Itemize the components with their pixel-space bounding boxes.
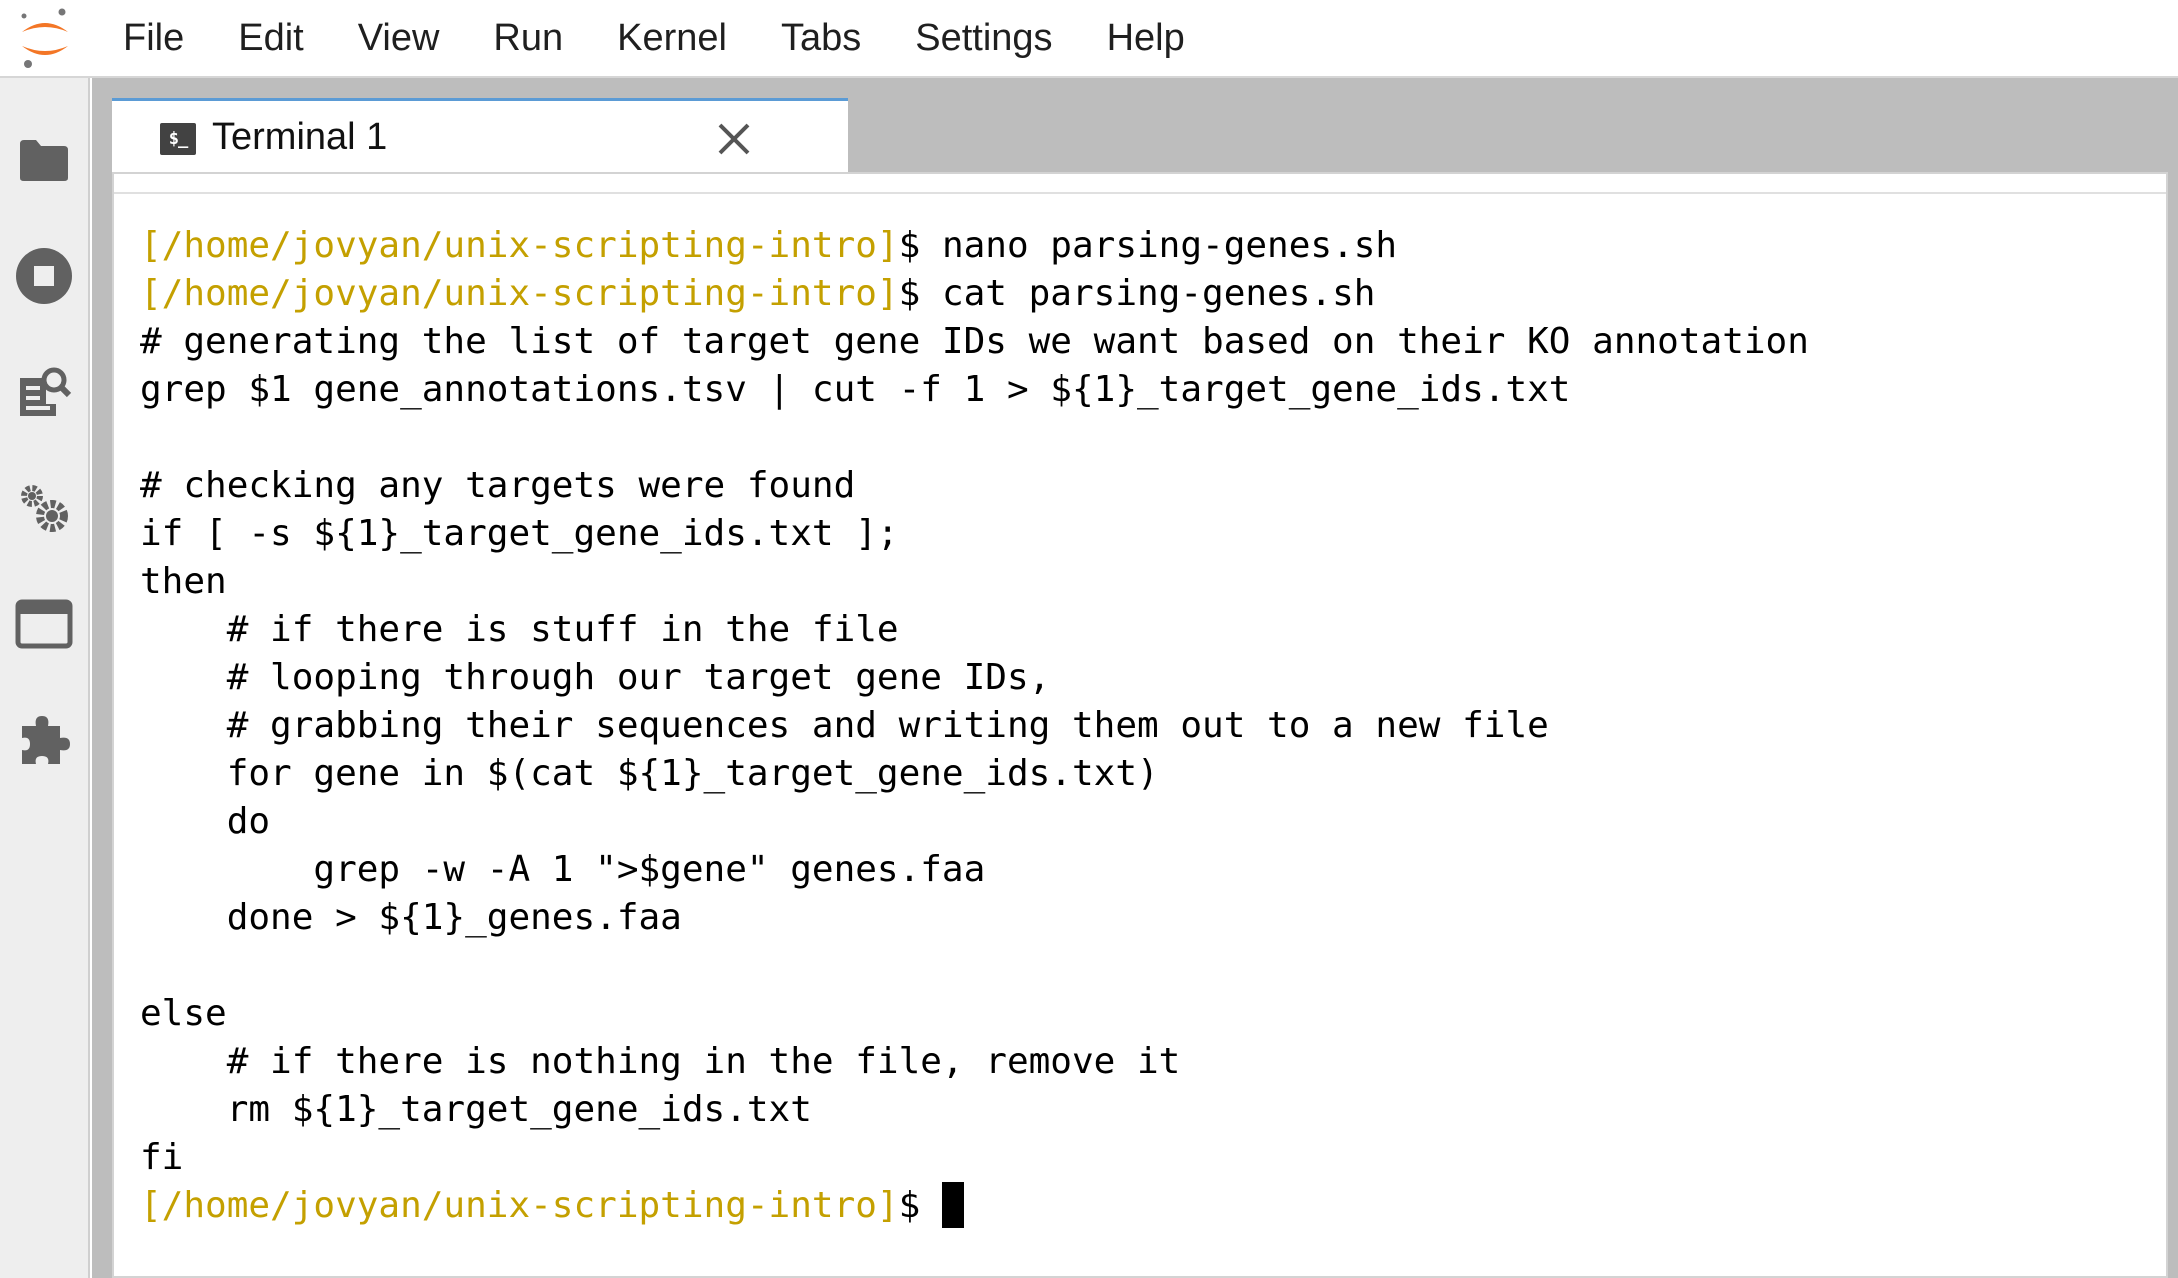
settings-gears-icon[interactable] (12, 476, 76, 540)
menubar: File Edit View Run Kernel Tabs Settings … (0, 0, 2178, 78)
terminal-text: for gene in $(cat ${1}_target_gene_ids.t… (140, 753, 1159, 794)
terminal-line: grep $1 gene_annotations.tsv | cut -f 1 … (140, 366, 2140, 414)
jupyter-logo-icon[interactable] (14, 6, 76, 70)
terminal-text: # grabbing their sequences and writing t… (140, 705, 1549, 746)
terminal-line: # if there is stuff in the file (140, 606, 2140, 654)
terminal-text: done > ${1}_genes.faa (140, 897, 682, 938)
terminal-line: grep -w -A 1 ">$gene" genes.faa (140, 846, 2140, 894)
terminal-panel: [/home/jovyan/unix-scripting-intro]$ nan… (112, 172, 2168, 1278)
close-icon[interactable] (712, 117, 756, 161)
menu-tabs[interactable]: Tabs (754, 0, 888, 76)
left-sidebar (0, 78, 90, 1278)
folder-icon[interactable] (12, 128, 76, 192)
terminal-line: rm ${1}_target_gene_ids.txt (140, 1086, 2140, 1134)
terminal-line: else (140, 990, 2140, 1038)
terminal-line: # generating the list of target gene IDs… (140, 318, 2140, 366)
terminal-line: for gene in $(cat ${1}_target_gene_ids.t… (140, 750, 2140, 798)
property-inspector-icon[interactable] (12, 360, 76, 424)
terminal-input-line[interactable]: [/home/jovyan/unix-scripting-intro]$ (140, 1182, 2140, 1230)
tab-terminal-1[interactable]: $_ Terminal 1 (112, 98, 848, 172)
menu-settings[interactable]: Settings (888, 0, 1079, 76)
terminal-text: fi (140, 1137, 184, 1178)
shell-prompt: [/home/jovyan/unix-scripting-intro] (140, 273, 899, 314)
menu-run[interactable]: Run (466, 0, 590, 76)
menu-file[interactable]: File (96, 0, 211, 76)
terminal-text: rm ${1}_target_gene_ids.txt (140, 1089, 812, 1130)
terminal-text: else (140, 993, 227, 1034)
terminal-text: grep $1 gene_annotations.tsv | cut -f 1 … (140, 369, 1571, 410)
terminal-line: [/home/jovyan/unix-scripting-intro]$ cat… (140, 270, 2140, 318)
terminal-line: [/home/jovyan/unix-scripting-intro]$ nan… (140, 222, 2140, 270)
terminal-text: # looping through our target gene IDs, (140, 657, 1051, 698)
main-menu: File Edit View Run Kernel Tabs Settings … (96, 0, 1212, 76)
main-dock-area: $_ Terminal 1 [/home/jovyan/unix-scripti… (92, 78, 2178, 1278)
terminal-text: # generating the list of target gene IDs… (140, 321, 1809, 362)
panel-divider (114, 174, 2166, 194)
terminal-cursor (941, 1182, 964, 1228)
terminal-line: # looping through our target gene IDs, (140, 654, 2140, 702)
terminal-line: # checking any targets were found (140, 462, 2140, 510)
terminal-line: do (140, 798, 2140, 846)
terminal-line: then (140, 558, 2140, 606)
terminal-text: then (140, 561, 227, 602)
extensions-puzzle-icon[interactable] (12, 708, 76, 772)
terminal-text: # checking any targets were found (140, 465, 856, 506)
terminal-line: fi (140, 1134, 2140, 1182)
terminal-line: # if there is nothing in the file, remov… (140, 1038, 2140, 1086)
terminal-line: if [ -s ${1}_target_gene_ids.txt ]; (140, 510, 2140, 558)
terminal-line: done > ${1}_genes.faa (140, 894, 2140, 942)
terminal-text: # if there is stuff in the file (140, 609, 899, 650)
menu-kernel[interactable]: Kernel (590, 0, 754, 76)
terminal-text: grep -w -A 1 ">$gene" genes.faa (140, 849, 986, 890)
shell-prompt: [/home/jovyan/unix-scripting-intro] (140, 1185, 899, 1226)
terminal-text: do (140, 801, 271, 842)
running-stop-icon[interactable] (12, 244, 76, 308)
tabs-window-icon[interactable] (12, 592, 76, 656)
terminal-text: # if there is nothing in the file, remov… (140, 1041, 1181, 1082)
terminal-icon: $_ (160, 123, 196, 155)
terminal-text: $ cat parsing-genes.sh (898, 273, 1376, 314)
terminal-text: $ nano parsing-genes.sh (898, 225, 1398, 266)
menu-view[interactable]: View (331, 0, 467, 76)
menu-edit[interactable]: Edit (211, 0, 330, 76)
terminal-text: if [ -s ${1}_target_gene_ids.txt ]; (140, 513, 899, 554)
shell-prompt: [/home/jovyan/unix-scripting-intro] (140, 225, 899, 266)
prompt-symbol: $ (898, 1185, 942, 1226)
terminal-output[interactable]: [/home/jovyan/unix-scripting-intro]$ nan… (140, 222, 2140, 1230)
terminal-line: # grabbing their sequences and writing t… (140, 702, 2140, 750)
menu-help[interactable]: Help (1080, 0, 1212, 76)
tab-title: Terminal 1 (212, 116, 388, 158)
